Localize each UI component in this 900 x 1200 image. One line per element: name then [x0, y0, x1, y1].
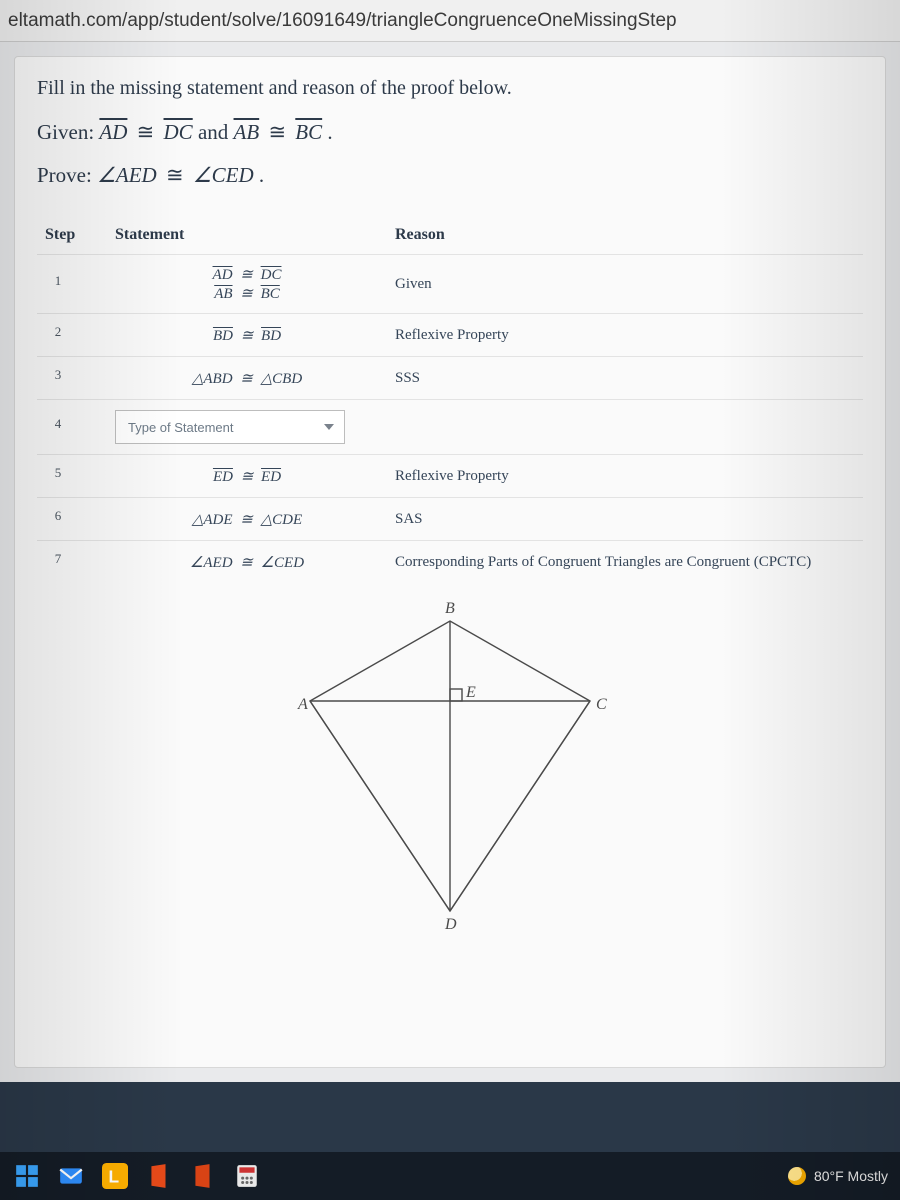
- weather-text: 80°F Mostly: [814, 1168, 888, 1184]
- label-C: C: [596, 696, 607, 713]
- sun-icon: [788, 1167, 806, 1185]
- label-B: B: [445, 600, 455, 617]
- reason-cell: Reflexive Property: [387, 455, 863, 498]
- step-number: 2: [45, 324, 71, 346]
- statement-type-dropdown[interactable]: Type of Statement: [115, 410, 345, 444]
- label-E: E: [465, 684, 476, 701]
- reason-cell: Reflexive Property: [387, 314, 863, 357]
- tri: △CDE: [261, 512, 303, 528]
- mail-icon[interactable]: [56, 1161, 86, 1191]
- label-D: D: [444, 916, 457, 931]
- col-header-step: Step: [37, 216, 107, 255]
- statement: BD ≅ BD: [115, 326, 379, 345]
- segment-AD: AD: [99, 120, 127, 145]
- statement: △ABD ≅ △CBD: [115, 369, 379, 388]
- seg: DC: [261, 267, 282, 284]
- kite-figure: A B C D E: [280, 591, 620, 931]
- period: .: [327, 120, 332, 144]
- and-text: and: [198, 120, 234, 144]
- reason-cell: Given: [387, 255, 863, 314]
- given-line: Given: AD ≅ DC and AB ≅ BC .: [37, 120, 863, 145]
- url-text: eltamath.com/app/student/solve/16091649/…: [8, 10, 677, 32]
- given-prefix: Given:: [37, 120, 99, 144]
- start-icon[interactable]: [12, 1161, 42, 1191]
- prove-line: Prove: ∠AED ≅ ∠CED .: [37, 163, 863, 188]
- ang: ∠CED: [261, 555, 304, 571]
- table-row: 2 BD ≅ BD Reflexive Property: [37, 314, 863, 357]
- step-number: 1: [45, 273, 71, 295]
- statement-line2: AB ≅ BC: [115, 284, 379, 303]
- table-row: 7 ∠AED ≅ ∠CED Corresponding Parts of Con…: [37, 541, 863, 584]
- seg: ED: [261, 469, 281, 486]
- statement: ED ≅ ED: [115, 467, 379, 486]
- seg: BD: [261, 328, 281, 345]
- table-row: 5 ED ≅ ED Reflexive Property: [37, 455, 863, 498]
- reason-cell: Corresponding Parts of Congruent Triangl…: [387, 541, 863, 584]
- chevron-down-icon: [324, 424, 334, 430]
- tri: △CBD: [261, 371, 303, 387]
- proof-table: Step Statement Reason 1 AD ≅ DC: [37, 216, 863, 583]
- instruction-text: Fill in the missing statement and reason…: [37, 77, 863, 100]
- ang: ∠AED: [190, 555, 233, 571]
- step-number: 4: [45, 416, 71, 438]
- content-card: Fill in the missing statement and reason…: [14, 56, 886, 1068]
- weather-widget[interactable]: 80°F Mostly: [788, 1167, 888, 1185]
- segment-DC: DC: [164, 120, 193, 145]
- reason-cell: SSS: [387, 357, 863, 400]
- table-row: 3 △ABD ≅ △CBD SSS: [37, 357, 863, 400]
- office-icon[interactable]: [144, 1161, 174, 1191]
- seg: BC: [261, 286, 280, 303]
- congruent-symbol: ≅: [162, 163, 193, 187]
- dropdown-placeholder: Type of Statement: [128, 420, 234, 435]
- step-number: 7: [45, 551, 71, 573]
- congruent-symbol: ≅: [264, 120, 295, 144]
- table-row: 1 AD ≅ DC AB ≅ BC: [37, 255, 863, 314]
- windows-taskbar[interactable]: L 80°F Mostly: [0, 1152, 900, 1200]
- tri: △ABD: [192, 371, 233, 387]
- seg: ED: [213, 469, 233, 486]
- segment-AB: AB: [234, 120, 260, 145]
- seg: BD: [213, 328, 233, 345]
- calc-icon[interactable]: [232, 1161, 262, 1191]
- statement-line1: AD ≅ DC: [115, 265, 379, 284]
- period: .: [259, 163, 264, 187]
- browser-address-bar[interactable]: eltamath.com/app/student/solve/16091649/…: [0, 0, 900, 42]
- step-number: 6: [45, 508, 71, 530]
- svg-text:L: L: [109, 1167, 120, 1187]
- label-A: A: [297, 696, 308, 713]
- reason-cell: SAS: [387, 498, 863, 541]
- congruent-symbol: ≅: [133, 120, 164, 144]
- page-background: Fill in the missing statement and reason…: [0, 42, 900, 1082]
- prove-prefix: Prove:: [37, 163, 97, 187]
- office-icon-2[interactable]: [188, 1161, 218, 1191]
- statement: ∠AED ≅ ∠CED: [115, 553, 379, 572]
- taskbar-left-group: L: [12, 1161, 262, 1191]
- statement: △ADE ≅ △CDE: [115, 510, 379, 529]
- segment-BC: BC: [295, 120, 322, 145]
- angle-AED: ∠AED: [97, 163, 157, 187]
- angle-CED: ∠CED: [193, 163, 254, 187]
- step-number: 5: [45, 465, 71, 487]
- step-number: 3: [45, 367, 71, 389]
- app-L-icon[interactable]: L: [100, 1161, 130, 1191]
- table-row: 6 △ADE ≅ △CDE SAS: [37, 498, 863, 541]
- col-header-reason: Reason: [387, 216, 863, 255]
- proof-area: Step Statement Reason 1 AD ≅ DC: [37, 206, 863, 931]
- figure-container: A B C D E: [37, 591, 863, 931]
- reason-cell[interactable]: [387, 400, 863, 455]
- table-row: 4 Type of Statement: [37, 400, 863, 455]
- tri: △ADE: [192, 512, 233, 528]
- col-header-statement: Statement: [107, 216, 387, 255]
- seg: AB: [214, 286, 232, 303]
- seg: AD: [213, 267, 233, 284]
